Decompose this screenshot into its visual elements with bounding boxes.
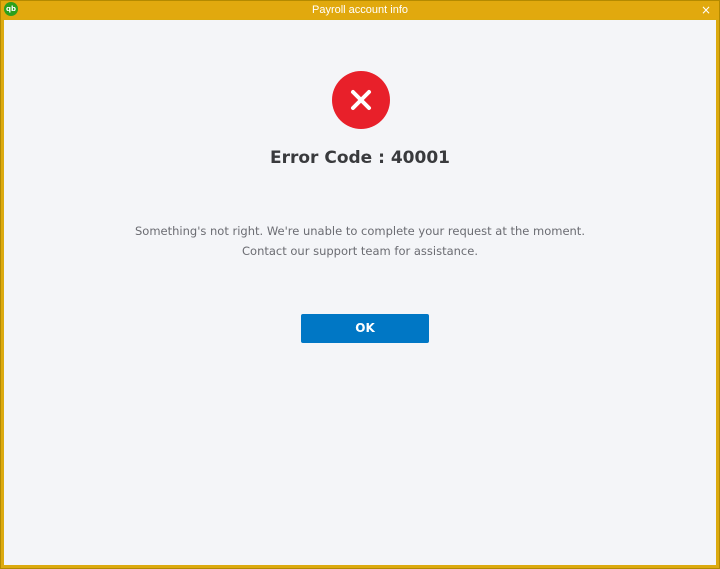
error-code-title: Error Code : 40001: [270, 148, 450, 168]
ok-button[interactable]: OK: [301, 314, 429, 343]
error-message: Something's not right. We're unable to c…: [135, 224, 585, 258]
window-title: Payroll account info: [312, 4, 408, 16]
error-icon: [332, 71, 390, 129]
quickbooks-logo-icon: qb: [4, 2, 18, 16]
dialog-window: qb Payroll account info × Error Code : 4…: [0, 0, 720, 569]
close-button[interactable]: ×: [699, 1, 713, 19]
title-bar[interactable]: qb Payroll account info ×: [1, 1, 719, 19]
dialog-content: Error Code : 40001 Something's not right…: [4, 20, 716, 565]
x-mark-icon: [351, 90, 371, 110]
